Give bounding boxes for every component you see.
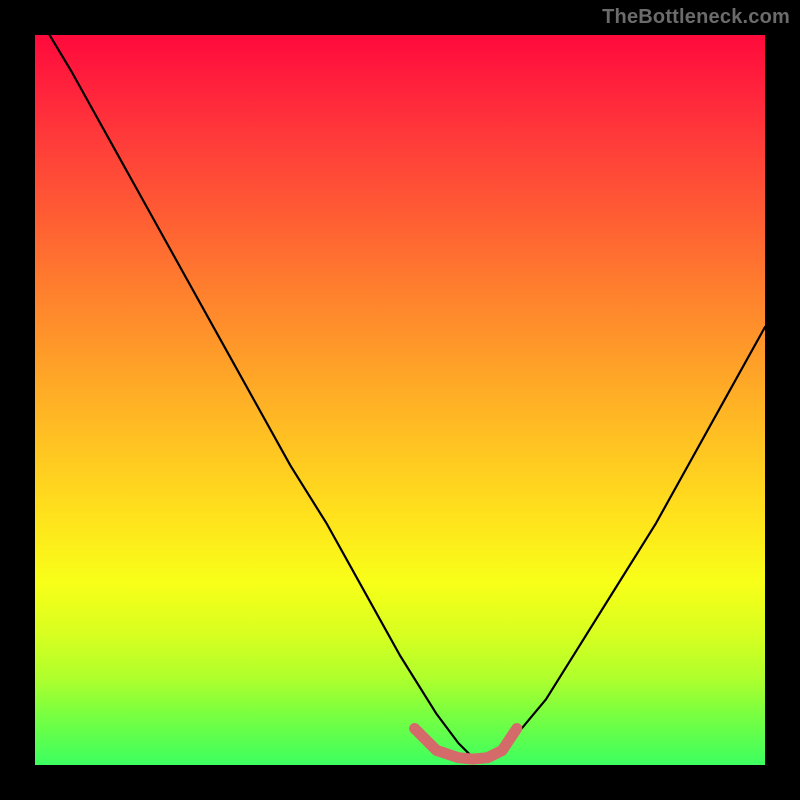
- chart-svg: [35, 35, 765, 765]
- bottom-segment: [415, 729, 517, 760]
- plot-area: [35, 35, 765, 765]
- main-curve: [50, 35, 765, 758]
- watermark-text: TheBottleneck.com: [602, 6, 790, 29]
- chart-frame: TheBottleneck.com: [0, 0, 800, 800]
